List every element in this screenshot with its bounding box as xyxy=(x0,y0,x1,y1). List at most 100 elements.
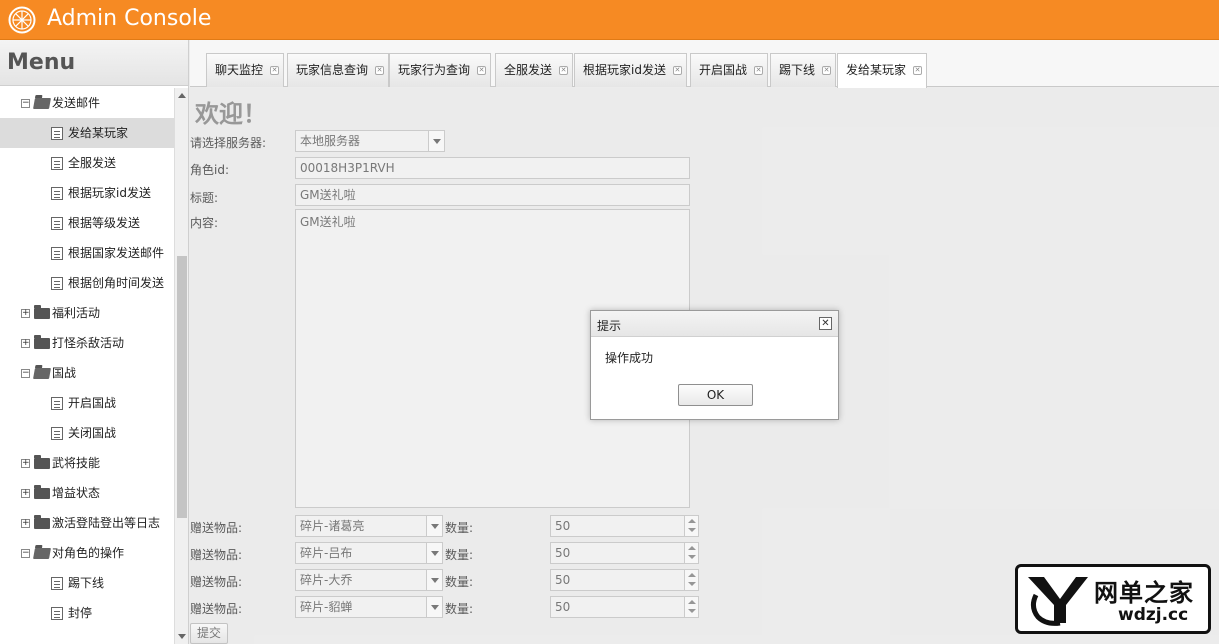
tree-node-send-by-create-time[interactable]: 根据创角时间发送 xyxy=(0,268,174,298)
tree-node-kick-offline[interactable]: 踢下线 xyxy=(0,568,174,598)
document-icon xyxy=(51,277,63,290)
tree-node-role-operations[interactable]: − 对角色的操作 xyxy=(0,538,174,568)
sidebar-scrollbar[interactable] xyxy=(174,88,188,644)
document-icon xyxy=(51,127,63,140)
tree-node-label: 开启国战 xyxy=(68,396,117,410)
folder-open-icon xyxy=(33,548,51,559)
tree-node-label: 踢下线 xyxy=(68,576,105,590)
scroll-up-icon[interactable] xyxy=(178,93,186,98)
tree-node-label: 根据等级发送 xyxy=(68,216,141,230)
tree-node-monster-event[interactable]: + 打怪杀敌活动 xyxy=(0,328,174,358)
folder-icon xyxy=(34,335,50,349)
tree-node-send-by-level[interactable]: 根据等级发送 xyxy=(0,208,174,238)
tab-close-icon[interactable]: ✕ xyxy=(477,66,487,75)
scrollbar-thumb[interactable] xyxy=(177,256,187,518)
tab-send-to-player[interactable]: 发给某玩家 ✕ xyxy=(837,53,928,88)
collapse-icon[interactable]: − xyxy=(21,549,30,558)
document-icon xyxy=(51,217,63,230)
tab-send-by-player-id[interactable]: 根据玩家id发送 ✕ xyxy=(574,53,687,87)
tree-node-label: 激活登陆登出等日志 xyxy=(52,516,161,530)
collapse-icon[interactable]: − xyxy=(21,99,30,108)
alert-dialog: 提示 ✕ 操作成功 OK xyxy=(590,310,839,420)
expand-icon[interactable]: + xyxy=(21,459,30,468)
tree-node-national-war[interactable]: − 国战 xyxy=(0,358,174,388)
dialog-message: 操作成功 xyxy=(605,351,654,365)
expand-icon[interactable]: + xyxy=(21,339,30,348)
tree-node-label: 封停 xyxy=(68,606,93,620)
tab-kick-offline[interactable]: 踢下线 ✕ xyxy=(770,53,837,87)
tab-close-icon[interactable]: ✕ xyxy=(754,66,764,75)
tree-node-send-to-player[interactable]: 发给某玩家 xyxy=(0,118,174,148)
tab-close-icon[interactable]: ✕ xyxy=(822,66,832,75)
document-icon xyxy=(51,577,63,590)
orange-slice-logo-icon xyxy=(8,6,36,34)
close-icon[interactable]: ✕ xyxy=(819,317,832,330)
tree-node-buff-status[interactable]: + 增益状态 xyxy=(0,478,174,508)
tree-node-label: 发送邮件 xyxy=(52,96,101,110)
tab-close-icon[interactable]: ✕ xyxy=(913,66,923,75)
document-icon xyxy=(51,397,63,410)
tab-chat-monitor[interactable]: 聊天监控 ✕ xyxy=(206,53,285,87)
folder-icon xyxy=(34,485,50,499)
sidebar: Menu − 发送邮件 发给某玩家 全服发送 根据玩家id发送 根据等级发送 根… xyxy=(0,40,189,644)
document-icon xyxy=(51,247,63,260)
tree-node-send-all-servers[interactable]: 全服发送 xyxy=(0,148,174,178)
tree-node-ban[interactable]: 封停 xyxy=(0,598,174,628)
tree-node-send-by-country[interactable]: 根据国家发送邮件 xyxy=(0,238,174,268)
folder-icon xyxy=(34,515,50,529)
tree-node-label: 福利活动 xyxy=(52,306,101,320)
tree-node-label: 全服发送 xyxy=(68,156,117,170)
expand-icon[interactable]: + xyxy=(21,309,30,318)
sidebar-title: Menu xyxy=(0,40,188,86)
folder-open-icon xyxy=(33,98,51,109)
tab-close-icon[interactable]: ✕ xyxy=(672,66,682,75)
folder-icon xyxy=(34,455,50,469)
watermark-logo: 网单之家 wdzj.cc xyxy=(1015,564,1211,634)
scroll-down-icon[interactable] xyxy=(178,634,186,639)
tree-node-send-mail[interactable]: − 发送邮件 xyxy=(0,88,174,118)
tab-label: 玩家行为查询 xyxy=(398,63,471,77)
dialog-header: 提示 ✕ xyxy=(591,311,838,337)
tree-node-label: 打怪杀敌活动 xyxy=(52,336,125,350)
ok-button[interactable]: OK xyxy=(678,384,753,406)
collapse-icon[interactable]: − xyxy=(21,369,30,378)
tree-node-close-national-war[interactable]: 关闭国战 xyxy=(0,418,174,448)
folder-icon xyxy=(34,305,50,319)
tab-label: 开启国战 xyxy=(699,63,748,77)
tab-send-all-servers[interactable]: 全服发送 ✕ xyxy=(495,53,574,87)
tab-open-national-war[interactable]: 开启国战 ✕ xyxy=(690,53,769,87)
tab-player-info[interactable]: 玩家信息查询 ✕ xyxy=(287,53,390,87)
expand-icon[interactable]: + xyxy=(21,489,30,498)
tab-bar: 聊天监控 ✕ 玩家信息查询 ✕ 玩家行为查询 ✕ 全服发送 ✕ 根据玩家id发送… xyxy=(190,40,1219,88)
tab-label: 聊天监控 xyxy=(215,63,264,77)
folder-open-icon xyxy=(33,368,51,379)
tree-node-label: 发给某玩家 xyxy=(68,126,129,140)
tree-node-label: 国战 xyxy=(52,366,77,380)
top-bar: Admin Console xyxy=(0,0,1219,40)
tree-node-label: 根据国家发送邮件 xyxy=(68,246,165,260)
document-icon xyxy=(51,157,63,170)
document-icon xyxy=(51,187,63,200)
tree-node-general-skills[interactable]: + 武将技能 xyxy=(0,448,174,478)
app-title: Admin Console xyxy=(47,6,212,31)
document-icon xyxy=(51,607,63,620)
tree-node-label: 根据创角时间发送 xyxy=(68,276,165,290)
tree-node-login-logs[interactable]: + 激活登陆登出等日志 xyxy=(0,508,174,538)
tab-label: 发给某玩家 xyxy=(846,63,907,77)
watermark-text: 网单之家 xyxy=(1094,579,1194,607)
tab-label: 全服发送 xyxy=(504,63,553,77)
tab-close-icon[interactable]: ✕ xyxy=(270,66,280,75)
tab-label: 根据玩家id发送 xyxy=(583,63,666,77)
document-icon xyxy=(51,427,63,440)
tree-node-welfare[interactable]: + 福利活动 xyxy=(0,298,174,328)
tree-node-label: 武将技能 xyxy=(52,456,101,470)
tree-node-label: 关闭国战 xyxy=(68,426,117,440)
tab-player-behavior[interactable]: 玩家行为查询 ✕ xyxy=(389,53,492,87)
tree-node-label: 增益状态 xyxy=(52,486,101,500)
watermark-domain: wdzj.cc xyxy=(1118,605,1189,625)
tree-node-open-national-war[interactable]: 开启国战 xyxy=(0,388,174,418)
expand-icon[interactable]: + xyxy=(21,519,30,528)
tab-close-icon[interactable]: ✕ xyxy=(559,66,569,75)
tab-close-icon[interactable]: ✕ xyxy=(375,66,385,75)
tree-node-send-by-player-id[interactable]: 根据玩家id发送 xyxy=(0,178,174,208)
